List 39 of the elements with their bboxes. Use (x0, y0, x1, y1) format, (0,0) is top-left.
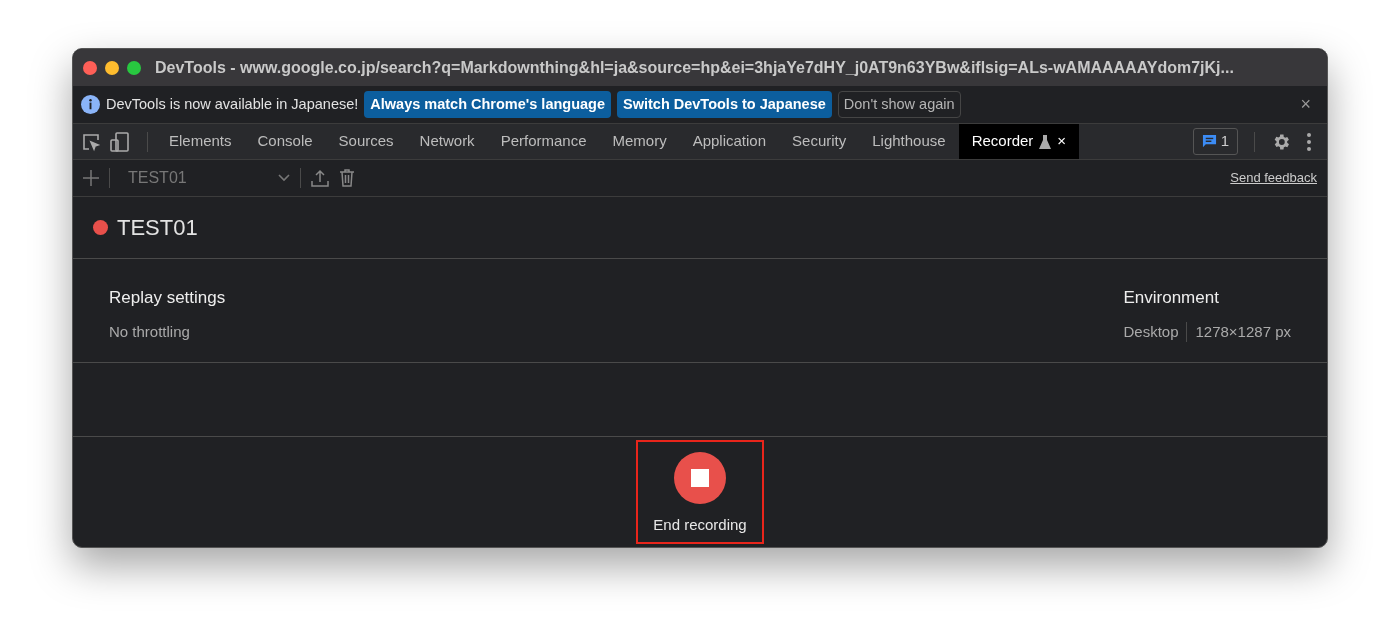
section-heading: Environment (1123, 287, 1220, 309)
panel-tab[interactable]: Lighthouse (859, 124, 959, 159)
send-feedback-link[interactable]: Send feedback (1230, 168, 1317, 188)
maximize-light-icon[interactable] (127, 60, 141, 75)
infobar-button[interactable]: Always match Chrome's language (364, 90, 611, 119)
section-heading: Replay settings (109, 287, 226, 309)
close-light-icon[interactable] (83, 60, 97, 75)
device-toggle-icon[interactable] (109, 130, 131, 153)
panel-tab[interactable]: Network (406, 124, 488, 159)
panel-tab[interactable]: Console (244, 124, 326, 159)
issues-badge[interactable]: 1 (1192, 128, 1238, 155)
window-title: DevTools - www.google.co.jp/search?q=Markdownthing&hl=ja&source=hp&ei=3hjaYe7dHY_j0AT9n63YBw&iflsig=ALs-wAMAAAAAYdom7jKj... (155, 57, 1234, 78)
panel-tab[interactable]: Performance (487, 124, 600, 159)
panel-tab[interactable]: Sources (325, 124, 407, 159)
info-message: DevTools is now available in Japanese! (106, 94, 359, 114)
tab-close-icon[interactable]: × (1057, 130, 1067, 153)
panel-tab[interactable]: Security (779, 124, 860, 159)
viewport-size: 1278×1287 px (1195, 321, 1291, 342)
panel-tab[interactable]: Elements (156, 124, 245, 159)
more-menu-icon[interactable] (1307, 132, 1311, 151)
end-recording-button[interactable]: End recording (636, 439, 764, 545)
close-button[interactable]: × (1300, 91, 1311, 118)
add-icon[interactable] (83, 170, 99, 186)
export-icon[interactable] (311, 169, 329, 187)
chevron-down-icon[interactable] (278, 174, 290, 182)
minimize-light-icon[interactable] (105, 60, 119, 75)
device-value: Desktop (1123, 321, 1179, 342)
infobar-button[interactable]: Don't show again (837, 90, 961, 119)
delete-icon[interactable] (339, 169, 355, 187)
infobar-button[interactable]: Switch DevTools to Japanese (617, 90, 832, 119)
stop-icon[interactable] (674, 451, 726, 504)
throttling-value: No throttling (109, 321, 191, 342)
info-icon (81, 95, 100, 114)
panel-tab[interactable]: Application (679, 124, 780, 159)
inspect-icon[interactable] (81, 131, 101, 152)
panel-tab[interactable]: Recorder × (958, 124, 1080, 159)
recording-select[interactable]: TEST01 (120, 166, 290, 190)
panel-tab[interactable]: Memory (599, 124, 680, 159)
recording-title: TEST01 (117, 214, 198, 242)
